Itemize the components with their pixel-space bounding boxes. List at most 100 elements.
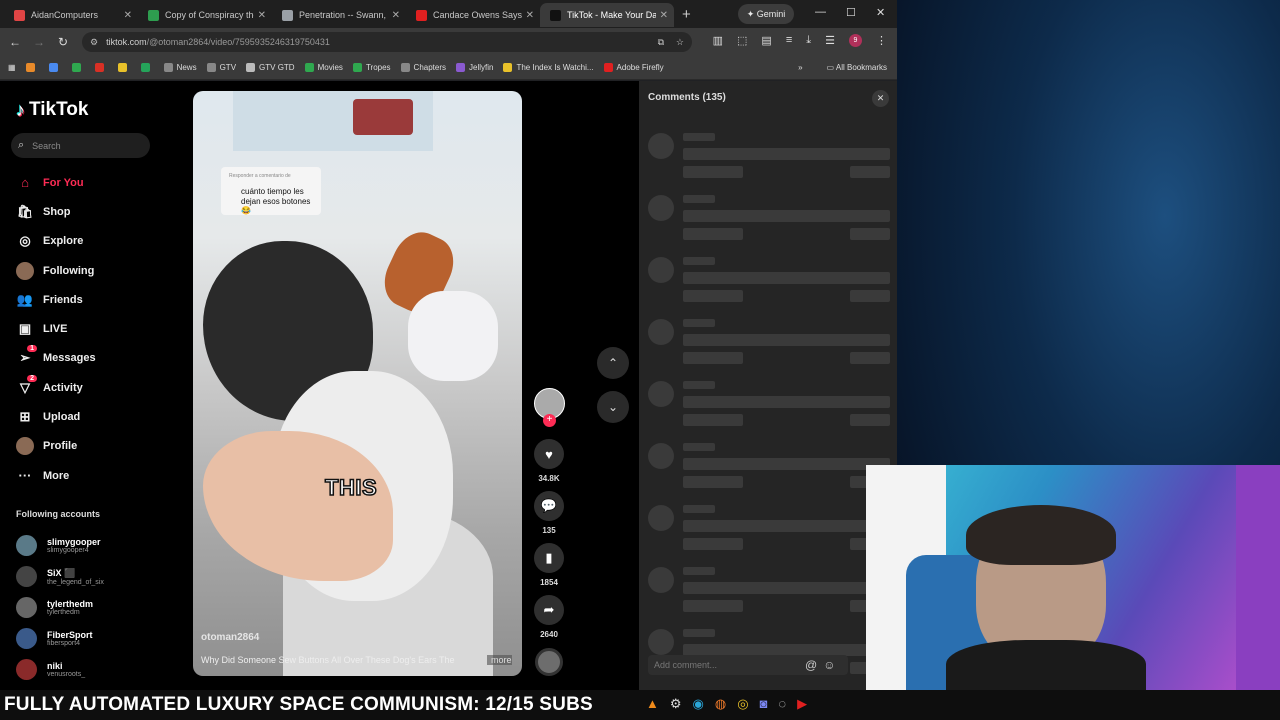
more-link[interactable]: more <box>487 655 512 665</box>
split-view-icon[interactable]: ▤ <box>761 34 771 47</box>
save-action[interactable]: ▮ 1854 <box>533 543 565 595</box>
next-video-button[interactable]: ⌄ <box>597 391 629 423</box>
gmail-bookmark-icon[interactable] <box>94 63 104 72</box>
bookmark-item[interactable]: The Index Is Watchi... <box>503 63 594 72</box>
close-window-icon[interactable]: ✕ <box>876 6 885 19</box>
site-info-icon[interactable]: ⚙ <box>90 37 98 48</box>
all-bookmarks[interactable]: ▭ All Bookmarks <box>827 63 887 72</box>
keep-bookmark-icon[interactable] <box>117 63 127 72</box>
browser-tab[interactable]: AidanComputers ✕ <box>4 3 138 27</box>
youtube-icon[interactable]: ▶ <box>797 696 807 712</box>
reload-icon[interactable]: ↻ <box>51 35 75 49</box>
following-account[interactable]: SiX ⬛ the_legend_of_six <box>16 561 104 592</box>
following-account[interactable]: slimygooper slimygooper4 <box>16 530 104 561</box>
following-account[interactable]: niki venusroots_ <box>16 654 104 685</box>
comment-icon[interactable]: 💬 <box>534 491 564 521</box>
subscriber-goal-ticker: FULLY AUTOMATED LUXURY SPACE COMMUNISM: … <box>4 694 593 715</box>
drive-bookmark-icon[interactable] <box>71 63 81 72</box>
bookmark-item[interactable]: Adobe Firefly <box>603 63 664 72</box>
discord-icon[interactable]: ◙ <box>760 696 768 712</box>
skeleton-avatar <box>648 505 674 531</box>
tiktok-logo[interactable]: ♪ TikTok <box>16 99 88 121</box>
tab-close-icon[interactable]: ✕ <box>124 10 132 21</box>
sidebar-item-following[interactable]: Following <box>15 256 96 285</box>
chrome-icon[interactable]: ◎ <box>737 696 748 712</box>
browser-tab[interactable]: Penetration -- Swann, In ✕ <box>272 3 406 27</box>
minimize-icon[interactable]: — <box>815 6 826 18</box>
playlist-icon[interactable]: ≡ <box>786 34 792 47</box>
whatsapp-bookmark-icon[interactable] <box>140 63 150 72</box>
new-tab-button[interactable]: + <box>682 6 691 23</box>
firefox-icon[interactable]: ◍ <box>715 696 726 712</box>
tab-close-icon[interactable]: ✕ <box>258 10 266 21</box>
previous-video-button[interactable]: ⌃ <box>597 347 629 379</box>
sidebar-item-explore[interactable]: ◎ Explore <box>15 227 96 256</box>
share-action[interactable]: ➦ 2640 <box>533 595 565 647</box>
address-bar[interactable]: ⚙ tiktok.com/@otoman2864/video/759593524… <box>82 32 692 52</box>
browser-tab[interactable]: TikTok - Make Your Day ✕ <box>540 3 674 27</box>
sidebar-item-live[interactable]: ▣ LIVE <box>15 314 96 343</box>
search-input[interactable]: ⌕ Search <box>11 133 150 158</box>
forward-icon[interactable]: → <box>27 35 51 49</box>
browser-tab[interactable]: Copy of Conspiracy theo ✕ <box>138 3 272 27</box>
sidebar-item-more[interactable]: ··· More <box>15 461 96 490</box>
emoji-icon[interactable]: ☺ <box>823 658 841 672</box>
download-icon[interactable]: ⤓ <box>806 34 811 47</box>
bookmark-icon[interactable]: ▮ <box>534 543 564 573</box>
following-account[interactable]: FiberSport fibersport4 <box>16 623 104 654</box>
sidebar-item-for-you[interactable]: ⌂ For You <box>15 168 96 197</box>
downloads-list-icon[interactable]: ☰ <box>825 34 835 47</box>
bookmark-item[interactable]: GTV <box>206 63 236 72</box>
gemini-button[interactable]: ✦ Gemini <box>738 4 794 24</box>
bookmark-item[interactable]: Jellyfin <box>456 63 493 72</box>
sidebar-item-friends[interactable]: 👥 Friends <box>15 285 96 314</box>
following-account[interactable]: tylerthedm tylerthedm <box>16 592 104 623</box>
bookmark-item[interactable]: Tropes <box>352 63 391 72</box>
like-action[interactable]: ♥ 34.8K <box>533 439 565 491</box>
edge-icon[interactable]: ◉ <box>693 696 704 712</box>
avatar <box>16 628 37 649</box>
back-icon[interactable]: ← <box>3 35 27 49</box>
bookmark-item[interactable]: Movies <box>304 63 343 72</box>
sidebar-item-upload[interactable]: ⊞ Upload <box>15 402 96 431</box>
apps-grid-icon[interactable]: ▦ <box>8 63 16 72</box>
sidebar-item-profile[interactable]: Profile <box>15 432 96 461</box>
sidebar-item-shop[interactable]: 🛍 Shop <box>15 197 96 226</box>
bookmark-item[interactable]: Chapters <box>400 63 446 72</box>
video-player[interactable]: Responder a comentario de cuánto tiempo … <box>193 91 522 676</box>
comment-action[interactable]: 💬 135 <box>533 491 565 543</box>
messages-icon: ➢ 1 <box>15 345 37 367</box>
home-icon: ⌂ <box>21 175 29 191</box>
bookmark-star-icon[interactable]: ☆ <box>676 37 684 48</box>
music-disc-icon[interactable] <box>535 648 563 676</box>
follow-plus-icon[interactable]: + <box>543 414 556 427</box>
cast-icon[interactable]: ⧉ <box>658 37 664 48</box>
tab-close-icon[interactable]: ✕ <box>526 10 534 21</box>
maximize-icon[interactable]: ☐ <box>846 6 856 19</box>
bookmark-icon <box>246 63 256 72</box>
vlc-icon[interactable]: ▲ <box>646 696 659 712</box>
tab-close-icon[interactable]: ✕ <box>392 10 400 21</box>
menu-kebab-icon[interactable]: ⋮ <box>876 34 887 47</box>
heart-icon[interactable]: ♥ <box>534 439 564 469</box>
bookmark-item[interactable]: News <box>163 63 197 72</box>
tab-close-icon[interactable]: ✕ <box>660 10 668 21</box>
sidebar-item-activity[interactable]: ▽ 2 Activity <box>15 373 96 402</box>
share-icon[interactable]: ➦ <box>534 595 564 625</box>
skeleton-line <box>683 148 890 160</box>
reading-icon[interactable]: ▥ <box>713 34 723 47</box>
cloud-bookmark-icon[interactable] <box>25 63 35 72</box>
bookmark-item[interactable]: GTV GTD <box>246 63 295 72</box>
close-icon[interactable]: ✕ <box>872 90 889 107</box>
extensions-icon[interactable]: ⬚ <box>737 34 747 47</box>
video-username[interactable]: otoman2864 <box>201 632 259 643</box>
settings-icon[interactable]: ⚙ <box>670 696 682 712</box>
bookmarks-overflow[interactable]: » <box>798 63 802 72</box>
mention-icon[interactable]: @ <box>805 658 823 672</box>
sidebar-item-messages[interactable]: ➢ 1 Messages <box>15 344 96 373</box>
obs-icon[interactable]: ◌ <box>778 696 786 712</box>
profile-avatar[interactable]: 9 <box>849 34 862 47</box>
calendar-bookmark-icon[interactable] <box>48 63 58 72</box>
browser-tab[interactable]: Candace Owens Says Ch ✕ <box>406 3 540 27</box>
sidebar-item-label: For You <box>43 176 84 189</box>
